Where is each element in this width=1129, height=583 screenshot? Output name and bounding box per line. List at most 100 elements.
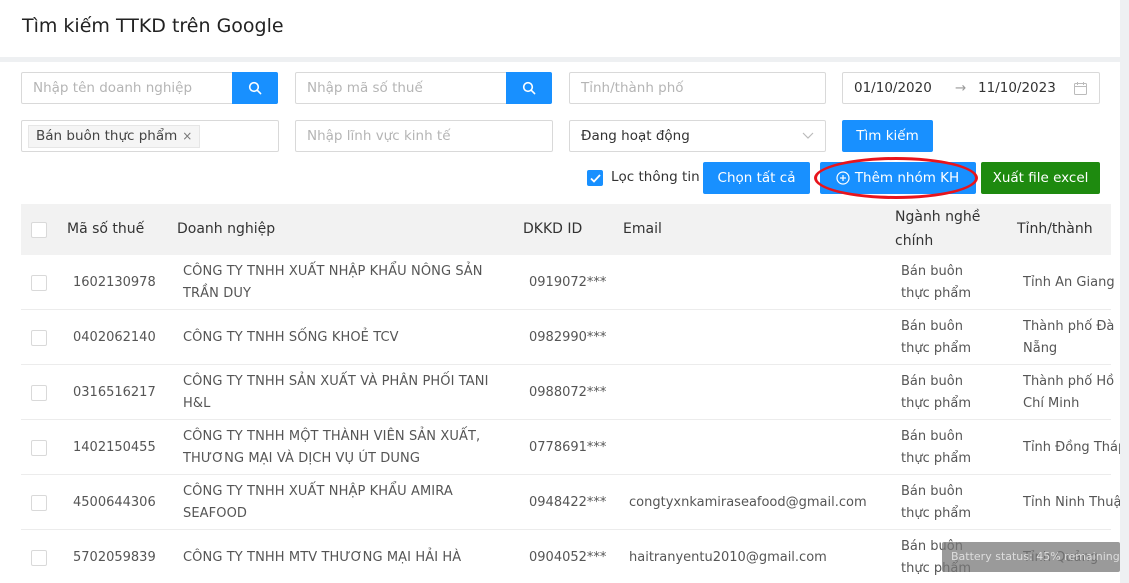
cell-company: CÔNG TY TNHH MỘT THÀNH VIÊN SẢN XUẤT, THƯ… (183, 426, 480, 470)
company-name-placeholder: Nhập tên doanh nghiệp (33, 80, 193, 96)
cell-dkkd-id: 0904052*** (529, 550, 607, 565)
date-to[interactable]: 11/10/2023 (978, 80, 1056, 96)
tax-code-search-button[interactable] (506, 72, 552, 104)
company-search-button[interactable] (232, 72, 278, 104)
table-row[interactable]: 1402150455 CÔNG TY TNHH MỘT THÀNH VIÊN SẢ… (21, 420, 1120, 475)
cell-industry-line1: Bán buôn (901, 374, 963, 389)
cell-company-line1: CÔNG TY TNHH MTV THƯƠNG MẠI HẢI HÀ (183, 550, 462, 565)
header-industry-line2: chính (895, 233, 934, 249)
filter-info-label: Lọc thông tin (611, 169, 700, 185)
cell-company: CÔNG TY TNHH SẢN XUẤT VÀ PHÂN PHỐI TANI H… (183, 371, 489, 415)
check-icon (590, 174, 601, 183)
search-icon (248, 81, 262, 95)
cell-company: CÔNG TY TNHH XUẤT NHẬP KHẨU NÔNG SẢN TRẦN… (183, 261, 483, 305)
cell-province-line1: Thành phố Hồ (1023, 374, 1115, 389)
header-email[interactable]: Email (623, 217, 662, 241)
cell-province-line1: Tỉnh An Giang (1023, 275, 1115, 290)
cell-dkkd-id: 0919072*** (529, 275, 607, 290)
cell-province-line2: Nẵng (1023, 341, 1058, 356)
cell-province: Tỉnh Đồng Tháp (1023, 437, 1120, 459)
header-industry-line1: Ngành nghề (895, 209, 981, 225)
table-row[interactable]: 0402062140 CÔNG TY TNHH SỐNG KHOẺ TCV 0982… (21, 310, 1114, 365)
cell-industry-line1: Bán buôn (901, 264, 963, 279)
header-province[interactable]: Tỉnh/thành (1017, 217, 1093, 241)
province-input[interactable]: Tỉnh/thành phố (569, 72, 826, 104)
cell-company-line1: CÔNG TY TNHH SẢN XUẤT VÀ PHÂN PHỐI TANI (183, 374, 489, 389)
row-checkbox[interactable] (31, 385, 47, 401)
cell-company: CÔNG TY TNHH MTV THƯƠNG MẠI HẢI HÀ (183, 547, 461, 569)
cell-tax-code: 0402062140 (73, 330, 156, 345)
cell-company-line1: CÔNG TY TNHH SỐNG KHOẺ TCV (183, 330, 399, 345)
cell-dkkd-id: 0982990*** (529, 330, 607, 345)
cell-industry: Bán buôn thực phẩm (901, 426, 971, 470)
filter-info-checkbox[interactable] (587, 170, 603, 186)
battery-status-toast: Battery status: 45% remaining (942, 542, 1120, 572)
date-range-picker[interactable]: 01/10/2020 → 11/10/2023 (842, 72, 1100, 104)
cell-province: Tỉnh Ninh Thuận (1023, 492, 1120, 514)
cell-industry-line2: thực phẩm (901, 341, 971, 356)
table-row[interactable]: 0316516217 CÔNG TY TNHH SẢN XUẤT VÀ PHÂN … (21, 365, 1114, 420)
cell-company: CÔNG TY TNHH SỐNG KHOẺ TCV (183, 327, 399, 349)
status-value: Đang hoạt động (581, 128, 690, 144)
cell-province: Tỉnh An Giang (1023, 272, 1115, 294)
calendar-icon (1074, 82, 1087, 95)
cell-tax-code: 1602130978 (73, 275, 156, 290)
cell-industry: Bán buôn thực phẩm (901, 316, 971, 360)
row-checkbox[interactable] (31, 440, 47, 456)
search-button[interactable]: Tìm kiếm (842, 120, 933, 152)
cell-tax-code: 1402150455 (73, 440, 156, 455)
industry-tag-label: Bán buôn thực phẩm (36, 128, 178, 144)
cell-industry: Bán buôn thực phẩm (901, 481, 971, 525)
date-from[interactable]: 01/10/2020 (854, 80, 932, 96)
status-select[interactable]: Đang hoạt động (569, 120, 826, 152)
export-excel-button[interactable]: Xuất file excel (981, 162, 1100, 194)
search-icon (522, 81, 536, 95)
cell-email: haitranyentu2010@gmail.com (629, 550, 827, 565)
page-header: Tìm kiếm TTKD trên Google (0, 0, 1120, 57)
close-icon[interactable]: × (182, 129, 192, 143)
cell-tax-code: 5702059839 (73, 550, 156, 565)
cell-industry-line1: Bán buôn (901, 484, 963, 499)
row-checkbox[interactable] (31, 550, 47, 566)
cell-company-line2: H&L (183, 396, 211, 411)
province-placeholder: Tỉnh/thành phố (581, 80, 684, 96)
cell-province-line1: Tỉnh Ninh Thuận (1023, 495, 1120, 510)
header-dkkd-id[interactable]: DKKD ID (523, 217, 582, 241)
cell-industry-line1: Bán buôn (901, 319, 963, 334)
header-tax-code[interactable]: Mã số thuế (67, 217, 144, 241)
company-name-input[interactable]: Nhập tên doanh nghiệp (21, 72, 278, 104)
cell-email: congtyxnkamiraseafood@gmail.com (629, 495, 867, 510)
cell-company-line1: CÔNG TY TNHH XUẤT NHẬP KHẨU NÔNG SẢN (183, 264, 483, 279)
cell-province-line1: Thành phố Đà (1023, 319, 1115, 334)
cell-company-line2: SEAFOOD (183, 506, 248, 521)
select-all-checkbox[interactable] (31, 222, 47, 238)
row-checkbox[interactable] (31, 330, 47, 346)
row-checkbox[interactable] (31, 275, 47, 291)
cell-industry-line2: thực phẩm (901, 286, 971, 301)
cell-company-line1: CÔNG TY TNHH XUẤT NHẬP KHẨU AMIRA (183, 484, 453, 499)
cell-company-line2: TRẦN DUY (183, 286, 251, 301)
table-row[interactable]: 4500644306 CÔNG TY TNHH XUẤT NHẬP KHẨU AM… (21, 475, 1120, 530)
row-checkbox[interactable] (31, 495, 47, 511)
header-company[interactable]: Doanh nghiệp (177, 217, 275, 241)
cell-province-line2: Chí Minh (1023, 396, 1080, 411)
cell-company: CÔNG TY TNHH XUẤT NHẬP KHẨU AMIRA SEAFOOD (183, 481, 453, 525)
cell-tax-code: 0316516217 (73, 385, 156, 400)
cell-industry: Bán buôn thực phẩm (901, 261, 971, 305)
cell-tax-code: 4500644306 (73, 495, 156, 510)
chevron-down-icon (802, 132, 814, 139)
economic-field-placeholder: Nhập lĩnh vực kinh tế (307, 128, 451, 144)
select-all-button[interactable]: Chọn tất cả (703, 162, 810, 194)
cell-province: Thành phố Đà Nẵng (1023, 316, 1114, 360)
cell-industry-line2: thực phẩm (901, 506, 971, 521)
cell-company-line1: CÔNG TY TNHH MỘT THÀNH VIÊN SẢN XUẤT, (183, 429, 481, 444)
industry-tag: Bán buôn thực phẩm × (28, 125, 201, 148)
header-industry[interactable]: Ngành nghề chính (895, 205, 980, 253)
table-row[interactable]: 1602130978 CÔNG TY TNHH XUẤT NHẬP KHẨU NÔ… (21, 255, 1115, 310)
page-title: Tìm kiếm TTKD trên Google (22, 15, 284, 37)
economic-field-input[interactable]: Nhập lĩnh vực kinh tế (295, 120, 553, 152)
industry-select[interactable]: Bán buôn thực phẩm × (21, 120, 279, 152)
tax-code-input[interactable]: Nhập mã số thuế (295, 72, 552, 104)
cell-dkkd-id: 0948422*** (529, 495, 607, 510)
cell-province: Thành phố Hồ Chí Minh (1023, 371, 1114, 415)
